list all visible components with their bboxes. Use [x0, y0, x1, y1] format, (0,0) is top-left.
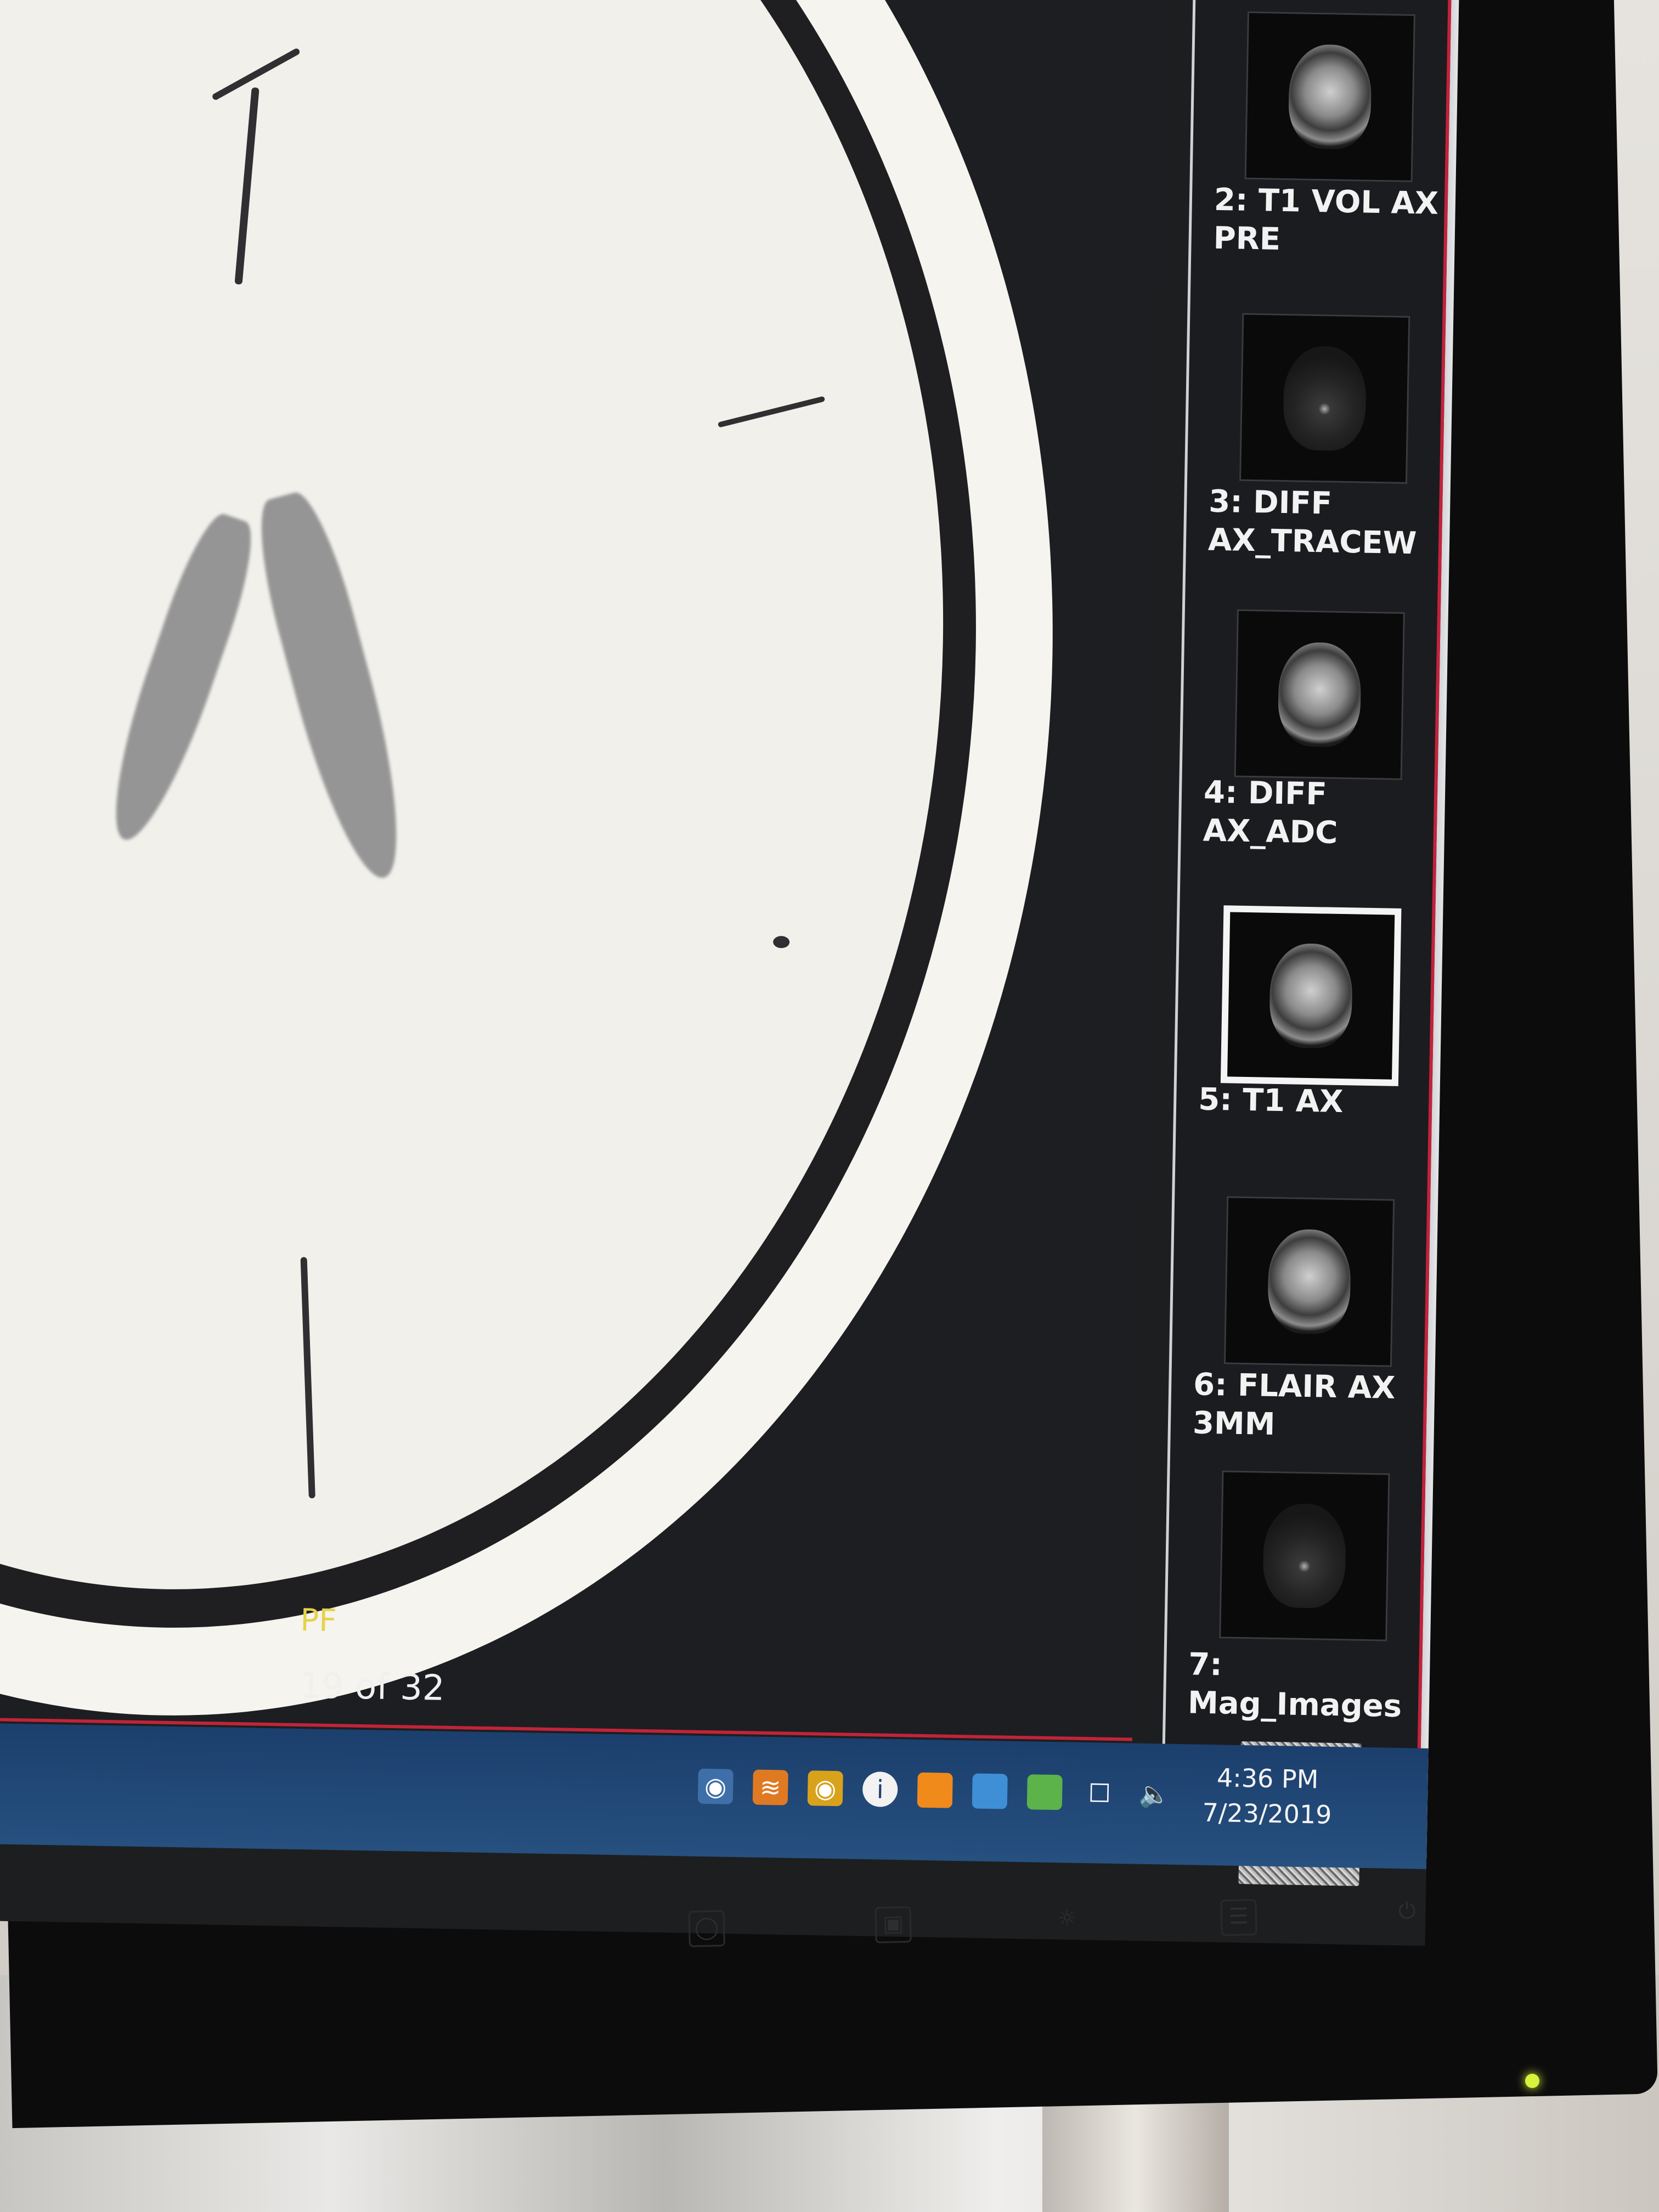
volume-icon[interactable]: 🔈	[1137, 1776, 1172, 1812]
series-label-2: 2: T1 VOL AX PRE	[1213, 182, 1439, 257]
blue-app-icon[interactable]	[972, 1773, 1008, 1809]
security-icon[interactable]: ◉	[807, 1770, 843, 1807]
thumbnail-image	[1262, 1503, 1347, 1609]
taskbar-clock[interactable]: 4:36 PM 7/23/2019	[1202, 1760, 1333, 1832]
connection-icon[interactable]: ☐	[1082, 1775, 1118, 1811]
series-thumbnail-6[interactable]	[1223, 1196, 1395, 1367]
rss-icon[interactable]: ≋	[752, 1769, 788, 1805]
green-app-icon[interactable]	[1026, 1774, 1063, 1810]
series-thumbnail-7[interactable]	[1219, 1470, 1390, 1641]
clock-time: 4:36 PM	[1216, 1763, 1319, 1795]
thumbnail-image	[1288, 44, 1372, 150]
orange-app-icon[interactable]	[917, 1772, 953, 1808]
dot-artifact	[773, 935, 790, 949]
menu-icon[interactable]: ☰	[1220, 1899, 1257, 1936]
clock-date: 7/23/2019	[1202, 1797, 1332, 1830]
slice-counter: 19 of 32	[298, 1666, 445, 1709]
series-label-3: 3: DIFF AX_TRACEW	[1207, 483, 1417, 562]
thumbnail-image	[1267, 1228, 1352, 1335]
series-panel: 2: T1 VOL AX PRE 3: DIFF AX_TRACEW 4: DI…	[1160, 0, 1455, 1886]
thumbnail-image	[1277, 641, 1362, 748]
orientation-label: PF	[300, 1602, 337, 1639]
pip-icon[interactable]: ▣	[874, 1906, 912, 1944]
power-icon[interactable]: ⏻	[1390, 1895, 1424, 1929]
series-thumbnail-2[interactable]	[1244, 11, 1415, 183]
mri-viewport[interactable]: PF 19 of 32	[0, 0, 1164, 1741]
series-thumbnail-4[interactable]	[1234, 609, 1405, 780]
input-icon[interactable]: ◯	[688, 1910, 725, 1948]
network-icon[interactable]: ◉	[697, 1768, 733, 1804]
power-led	[1525, 2074, 1539, 2088]
series-label-4: 4: DIFF AX_ADC	[1203, 774, 1338, 851]
brightness-icon[interactable]: ☼	[1050, 1903, 1084, 1936]
screen: PF 19 of 32 2: T1 VOL AX PRE 3: DIFF AX_…	[0, 0, 1459, 1946]
thumbnail-image	[1269, 943, 1353, 1049]
series-thumbnail-3[interactable]	[1239, 313, 1410, 484]
series-thumbnail-5[interactable]	[1220, 905, 1402, 1086]
series-label-7: 7: Mag_Images	[1187, 1646, 1402, 1725]
monitor-buttons: ◯ ▣ ☼ ☰ ⏻	[666, 1878, 1491, 1972]
thumbnail-image	[1283, 346, 1367, 452]
series-label-5: 5: T1 AX	[1198, 1081, 1344, 1120]
monitor-bezel: PF 19 of 32 2: T1 VOL AX PRE 3: DIFF AX_…	[0, 0, 1658, 2129]
info-icon[interactable]: i	[862, 1771, 898, 1808]
series-label-6: 6: FLAIR AX 3MM	[1192, 1367, 1396, 1443]
